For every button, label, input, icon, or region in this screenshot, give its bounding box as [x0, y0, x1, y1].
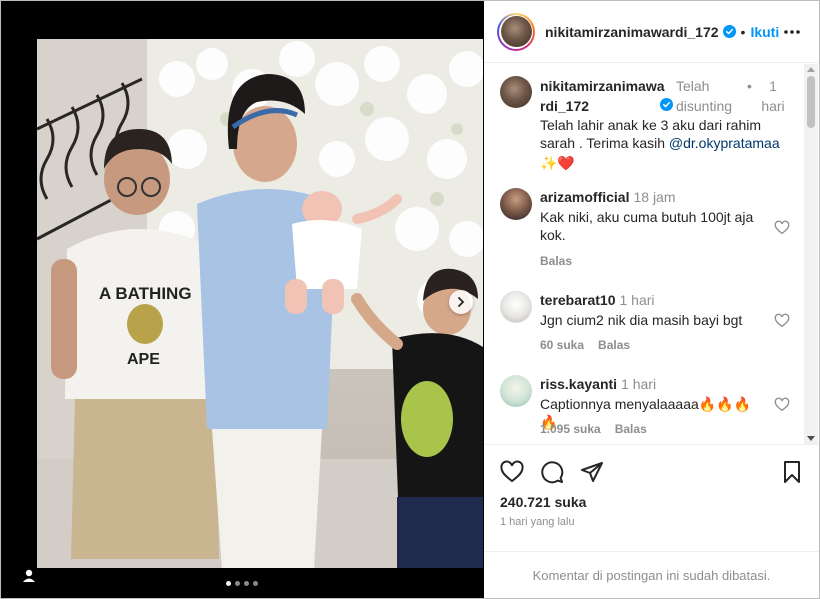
commenter-avatar[interactable] [500, 291, 532, 323]
carousel-dot-active [226, 581, 231, 586]
carousel-dot [244, 581, 249, 586]
like-count[interactable]: 240.721 suka [500, 494, 586, 510]
caption-edited-label: Telah disunting [676, 78, 733, 114]
caption-username[interactable]: nikitamirzanimawardi_172 [540, 76, 665, 116]
comment-text: Jgn cium2 nik dia masih bayi bgt [540, 312, 743, 328]
comment-time: 1 hari [619, 292, 655, 308]
caption-time[interactable]: 1 hari [758, 76, 788, 116]
comment-meta: Balas [540, 254, 572, 268]
comment-username[interactable]: terebarat10 1 hari [540, 291, 655, 309]
svg-text:APE: APE [127, 351, 160, 368]
comment-like-count[interactable]: 60 suka [540, 338, 584, 352]
caption-separator: • [747, 78, 752, 94]
family-photo-illustration: A BATHING APE [37, 39, 483, 568]
svg-text:A BATHING: A BATHING [99, 284, 192, 303]
commenter-avatar[interactable] [500, 188, 532, 220]
caption-text: Telah lahir anak ke 3 aku dari rahim sar… [540, 116, 790, 172]
story-ring-avatar[interactable] [497, 12, 535, 51]
post-sidebar: nikitamirzanimawardi_172 • Ikuti nikitam… [484, 1, 819, 598]
heart-icon[interactable] [774, 397, 790, 413]
verified-badge-icon [660, 98, 673, 111]
scrollbar-thumb[interactable] [807, 76, 815, 128]
media-panel: A BATHING APE [1, 1, 484, 598]
follow-button[interactable]: Ikuti [750, 24, 779, 40]
commenter-avatar[interactable] [500, 375, 532, 407]
caption-emojis: ✨❤️ [540, 155, 575, 171]
comment-icon[interactable] [540, 460, 564, 484]
header-username[interactable]: nikitamirzanimawardi_172 [545, 24, 719, 40]
verified-badge-icon [722, 25, 736, 38]
comments-scrollbar[interactable] [804, 64, 818, 444]
share-icon[interactable] [580, 460, 604, 484]
comment-username[interactable]: riss.kayanti 1 hari [540, 375, 656, 393]
comments-list[interactable]: nikitamirzanimawardi_172 Telah disunting… [484, 64, 819, 444]
carousel-indicator [226, 581, 258, 586]
scroll-up-arrow[interactable] [807, 67, 815, 72]
reply-button[interactable]: Balas [615, 422, 647, 436]
post-actions: 240.721 suka 1 hari yang lalu [484, 444, 819, 551]
post-time-ago: 1 hari yang lalu [500, 516, 575, 528]
scroll-down-arrow[interactable] [807, 436, 815, 441]
carousel-dot [253, 581, 258, 586]
caption-mention[interactable]: @dr.okypratamaa [669, 135, 780, 151]
carousel-dot [235, 581, 240, 586]
reply-button[interactable]: Balas [540, 254, 572, 268]
heart-icon[interactable] [774, 313, 790, 329]
comment-meta: 1.095 suka Balas [540, 422, 647, 436]
post-header: nikitamirzanimawardi_172 • Ikuti [484, 1, 819, 63]
reply-button[interactable]: Balas [598, 338, 630, 352]
heart-icon[interactable] [500, 460, 524, 484]
caption-avatar[interactable] [500, 76, 532, 108]
heart-icon[interactable] [774, 220, 790, 236]
bookmark-icon[interactable] [780, 460, 804, 484]
comment-time: 18 jam [633, 189, 676, 205]
user-tag-icon[interactable] [21, 568, 37, 584]
comment-meta: 60 suka Balas [540, 338, 630, 352]
avatar [500, 16, 532, 47]
post-photo[interactable]: A BATHING APE [37, 39, 483, 568]
comment-text: Kak niki, aku cuma butuh 100jt aja kok. [540, 209, 754, 243]
more-options-icon[interactable] [783, 23, 801, 41]
next-photo-button[interactable] [449, 290, 473, 314]
comment-username[interactable]: arizamofficial 18 jam [540, 188, 676, 206]
chevron-right-icon [458, 297, 465, 307]
comment-like-count[interactable]: 1.095 suka [540, 422, 601, 436]
header-separator: • [740, 23, 746, 40]
comments-limited-notice: Komentar di postingan ini sudah dibatasi… [484, 551, 819, 598]
comment-time: 1 hari [621, 376, 657, 392]
